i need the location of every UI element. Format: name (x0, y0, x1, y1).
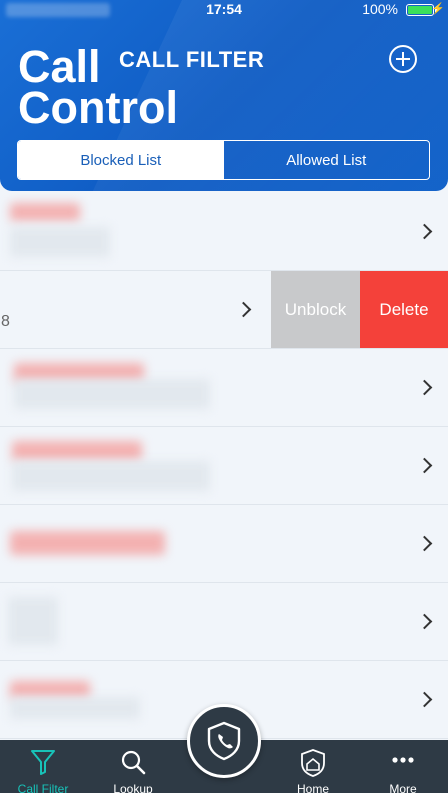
delete-button[interactable]: Delete (360, 271, 448, 348)
list-item[interactable] (0, 505, 448, 583)
tab-lookup[interactable]: Lookup (98, 740, 168, 793)
unblock-button[interactable]: Unblock (271, 271, 360, 348)
blocked-list: 8 Unblock Delete (0, 193, 448, 739)
swiped-row-content[interactable]: 8 (0, 271, 270, 348)
blurred-number (8, 597, 58, 645)
tab-home[interactable]: Home (278, 740, 348, 793)
filter-icon (31, 750, 55, 775)
chevron-right-icon (416, 691, 433, 707)
home-shield-icon (301, 749, 325, 777)
tab-allowed-list[interactable]: Allowed List (224, 141, 430, 179)
list-item-swiped[interactable]: 8 Unblock Delete (0, 271, 448, 349)
tab-label: Lookup (113, 782, 153, 793)
blurred-name (12, 441, 142, 461)
list-item[interactable] (0, 583, 448, 661)
chevron-right-icon (235, 301, 252, 318)
header: 17:54 100% ⚡ Call Control CALL FILTER Bl… (0, 0, 448, 191)
chevron-right-icon (416, 535, 433, 551)
bolt-icon: ⚡ (431, 3, 445, 15)
center-shield-button[interactable] (187, 704, 261, 778)
add-button[interactable] (389, 45, 417, 73)
blurred-number (10, 227, 110, 257)
status-bar: 17:54 100% ⚡ (0, 0, 448, 20)
phone-number-fragment: 8 (1, 313, 10, 330)
tab-label: More (389, 782, 417, 793)
blurred-number (14, 379, 210, 409)
blurred-number (10, 697, 140, 719)
tab-blocked-list[interactable]: Blocked List (18, 141, 224, 179)
chevron-right-icon (416, 223, 433, 239)
tab-call-filter[interactable]: Call Filter (8, 740, 78, 793)
battery-percentage: 100% (362, 1, 398, 17)
blurred-name (10, 203, 80, 221)
chevron-right-icon (416, 457, 433, 473)
list-segmented-control: Blocked List Allowed List (17, 140, 430, 180)
more-icon (392, 757, 414, 763)
list-item[interactable] (0, 349, 448, 427)
search-icon (121, 750, 146, 775)
chevron-right-icon (416, 613, 433, 629)
tab-label: Call Filter (17, 782, 69, 793)
section-title: CALL FILTER (119, 47, 265, 72)
tab-label: Home (296, 782, 329, 793)
blurred-number (12, 461, 210, 491)
blurred-number (10, 531, 165, 555)
tab-more[interactable]: More (368, 740, 438, 793)
shield-phone-icon (207, 721, 241, 761)
list-item[interactable] (0, 427, 448, 505)
chevron-right-icon (416, 379, 433, 395)
battery-icon (406, 4, 437, 16)
list-item[interactable] (0, 193, 448, 271)
